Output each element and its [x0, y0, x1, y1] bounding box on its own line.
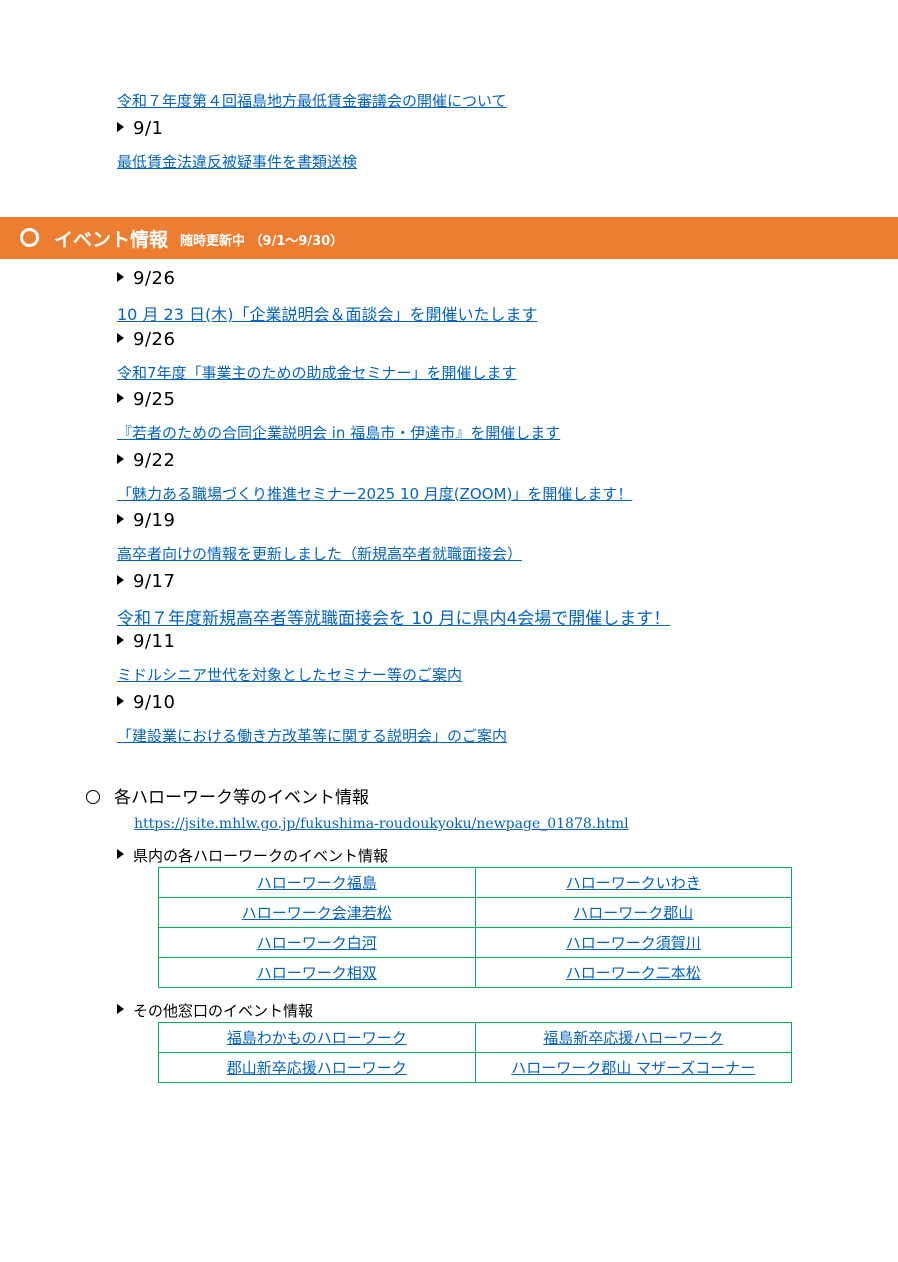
- banner-title: イベント情報: [54, 229, 169, 251]
- table-row: ハローワーク福島 ハローワークいわき: [158, 867, 792, 898]
- event-date-text: 9/26: [133, 268, 176, 289]
- table-row: 郡山新卒応援ハローワーク ハローワーク郡山 マザーズコーナー: [158, 1052, 792, 1083]
- date-text: 9/1: [133, 118, 164, 139]
- table-cell: ハローワーク郡山 マザーズコーナー: [474, 1052, 792, 1083]
- event-link[interactable]: 『若者のための合同企業説明会 in 福島市・伊達市』を開催します: [117, 422, 560, 443]
- hellowork-url-link[interactable]: https://jsite.mhlw.go.jp/fukushima-roudo…: [134, 816, 629, 832]
- hellowork-link[interactable]: 福島わかものハローワーク: [227, 1029, 407, 1047]
- triangle-bullet-icon: [117, 695, 124, 706]
- table-row: ハローワーク白河 ハローワーク須賀川: [158, 927, 792, 958]
- circle-icon: [20, 228, 39, 247]
- other-window-table: 福島わかものハローワーク 福島新卒応援ハローワーク郡山新卒応援ハローワーク ハローワ…: [158, 1022, 792, 1083]
- hellowork-heading: 各ハローワーク等のイベント情報: [86, 783, 369, 808]
- event-link[interactable]: 令和７年度新規高卒者等就職面接会を 10 月に県内4会場で開催します！: [117, 604, 670, 629]
- table-cell: 福島わかものハローワーク: [158, 1022, 476, 1053]
- sub-heading-2-text: その他窓口のイベント情報: [133, 1002, 314, 1020]
- table-cell: ハローワーク二本松: [474, 957, 792, 988]
- hellowork-link[interactable]: ハローワーク須賀川: [566, 934, 701, 952]
- event-date-text: 9/25: [133, 389, 176, 410]
- hellowork-link[interactable]: ハローワーク福島: [257, 874, 377, 892]
- table-cell: ハローワーク福島: [158, 867, 476, 898]
- table-cell: 福島新卒応援ハローワーク: [474, 1022, 792, 1053]
- event-date: 9/25: [117, 389, 175, 410]
- event-link[interactable]: 10 月 23 日(木)「企業説明会＆面談会」を開催いたします: [117, 301, 537, 325]
- table-cell: ハローワーク白河: [158, 927, 476, 958]
- event-date-text: 9/17: [133, 570, 176, 592]
- table-row: ハローワーク相双 ハローワーク二本松: [158, 957, 792, 988]
- triangle-bullet-icon: [117, 1004, 124, 1014]
- triangle-bullet-icon: [117, 332, 124, 343]
- hellowork-link[interactable]: ハローワーク会津若松: [242, 904, 392, 922]
- table-cell: 郡山新卒応援ハローワーク: [158, 1052, 476, 1083]
- triangle-bullet-icon: [117, 453, 124, 464]
- triangle-bullet-icon: [117, 849, 124, 859]
- event-link[interactable]: 令和7年度「事業主のための助成金セミナー」を開催します: [117, 362, 517, 383]
- table-cell: ハローワーク会津若松: [158, 897, 476, 928]
- table-cell: ハローワーク相双: [158, 957, 476, 988]
- triangle-bullet-icon: [117, 514, 124, 524]
- event-date-text: 9/10: [133, 691, 176, 713]
- table-cell: ハローワークいわき: [474, 867, 792, 898]
- hellowork-link[interactable]: 福島新卒応援ハローワーク: [543, 1029, 723, 1047]
- event-link[interactable]: 「魅力ある職場づくり推進セミナー2025 10 月度(ZOOM)」を開催します！: [117, 483, 632, 504]
- date-label: 9/1: [117, 118, 163, 139]
- event-link[interactable]: 高卒者向けの情報を更新しました（新規高卒者就職面接会）: [117, 543, 522, 564]
- hellowork-table: ハローワーク福島 ハローワークいわき ハローワーク会津若松 ハローワーク郡山 ハローワー…: [158, 867, 792, 988]
- event-link[interactable]: 「建設業における働き方改革等に関する説明会」のご案内: [117, 725, 507, 746]
- triangle-bullet-icon: [117, 574, 124, 585]
- hellowork-heading-text: 各ハローワーク等のイベント情報: [114, 788, 369, 808]
- event-date: 9/10: [117, 692, 175, 713]
- event-date: 9/11: [117, 631, 175, 652]
- table-row: 福島わかものハローワーク 福島新卒応援ハローワーク: [158, 1022, 792, 1053]
- hellowork-link[interactable]: 郡山新卒応援ハローワーク: [227, 1059, 407, 1077]
- sub-heading-1: 県内の各ハローワークのイベント情報: [117, 845, 388, 866]
- event-date: 9/26: [117, 329, 175, 350]
- event-date-text: 9/11: [133, 631, 176, 652]
- triangle-bullet-icon: [117, 393, 124, 403]
- hellowork-link[interactable]: ハローワーク郡山 マザーズコーナー: [511, 1059, 755, 1077]
- hellowork-link[interactable]: ハローワーク相双: [257, 964, 377, 982]
- table-cell: ハローワーク郡山: [474, 897, 792, 928]
- event-info-banner: イベント情報 随時更新中 （9/1～9/30）: [0, 217, 898, 259]
- hellowork-link[interactable]: ハローワークいわき: [566, 874, 701, 892]
- sub-heading-1-text: 県内の各ハローワークのイベント情報: [133, 847, 389, 865]
- banner-subtitle: 随時更新中 （9/1～9/30）: [180, 234, 344, 249]
- hellowork-link[interactable]: ハローワーク郡山: [573, 904, 693, 922]
- sub-heading-2: その他窓口のイベント情報: [117, 1000, 313, 1021]
- triangle-bullet-icon: [117, 635, 124, 645]
- wage-violation-link[interactable]: 最低賃金法違反被疑事件を書類送検: [117, 151, 357, 172]
- hellowork-link[interactable]: ハローワーク二本松: [566, 964, 701, 982]
- event-date: 9/26: [117, 268, 175, 289]
- table-row: ハローワーク会津若松 ハローワーク郡山: [158, 897, 792, 928]
- event-date: 9/17: [117, 571, 175, 592]
- minimum-wage-council-link[interactable]: 令和７年度第４回福島地方最低賃金審議会の開催について: [117, 90, 507, 111]
- event-date-text: 9/19: [133, 510, 176, 531]
- hellowork-link[interactable]: ハローワーク白河: [257, 934, 377, 952]
- event-date-text: 9/22: [133, 449, 176, 471]
- triangle-bullet-icon: [117, 272, 124, 282]
- table-cell: ハローワーク須賀川: [474, 927, 792, 958]
- event-link[interactable]: ミドルシニア世代を対象としたセミナー等のご案内: [117, 664, 462, 685]
- event-date: 9/19: [117, 510, 175, 531]
- triangle-bullet-icon: [117, 122, 124, 132]
- event-date: 9/22: [117, 450, 175, 471]
- event-date-text: 9/26: [133, 328, 176, 350]
- circle-icon: [86, 790, 100, 804]
